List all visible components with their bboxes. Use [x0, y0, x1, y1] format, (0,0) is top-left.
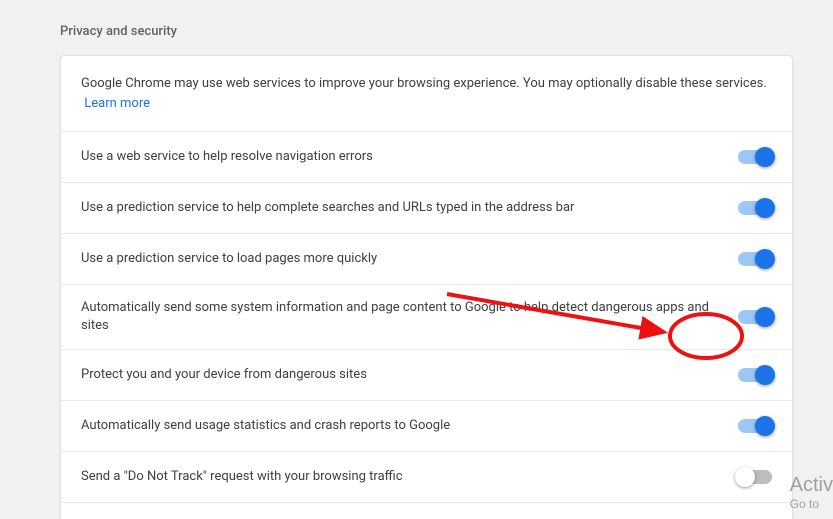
toggle-thumb: [755, 147, 775, 167]
setting-toggle[interactable]: [738, 470, 772, 484]
setting-toggle[interactable]: [738, 252, 772, 266]
setting-toggle[interactable]: [738, 419, 772, 433]
os-watermark: Activ Go to: [790, 474, 833, 511]
learn-more-link[interactable]: Learn more: [84, 96, 150, 111]
setting-label: Use a prediction service to load pages m…: [81, 250, 718, 268]
setting-text: Automatically send some system informati…: [81, 299, 738, 335]
setting-row: Protect you and your device from dangero…: [61, 350, 792, 401]
setting-toggle[interactable]: [738, 201, 772, 215]
setting-label: Automatically send usage statistics and …: [81, 417, 718, 435]
toggle-thumb: [755, 198, 775, 218]
setting-row: Automatically send some system informati…: [61, 285, 792, 350]
setting-text: Use a prediction service to help complet…: [81, 199, 738, 217]
setting-toggle[interactable]: [738, 310, 772, 324]
setting-row: Send a "Do Not Track" request with your …: [61, 452, 792, 503]
setting-label: Use a web service to help resolve naviga…: [81, 148, 718, 166]
setting-text: Protect you and your device from dangero…: [81, 366, 738, 384]
watermark-line2: Go to: [790, 497, 833, 511]
toggle-thumb: [755, 307, 775, 327]
setting-toggle[interactable]: [738, 150, 772, 164]
setting-row: Automatically send usage statistics and …: [61, 401, 792, 452]
setting-text: Send a "Do Not Track" request with your …: [81, 468, 738, 486]
setting-label: Use a prediction service to help complet…: [81, 199, 718, 217]
watermark-line1: Activ: [790, 474, 833, 497]
setting-row: Use a web service to help resolve spelli…: [61, 503, 792, 519]
setting-text: Use a web service to help resolve naviga…: [81, 148, 738, 166]
setting-text: Automatically send usage statistics and …: [81, 417, 738, 435]
setting-label: Automatically send some system informati…: [81, 299, 718, 335]
setting-toggle[interactable]: [738, 368, 772, 382]
toggle-thumb: [755, 365, 775, 385]
intro-text: Google Chrome may use web services to im…: [61, 56, 792, 132]
setting-row: Use a web service to help resolve naviga…: [61, 132, 792, 183]
toggle-thumb: [735, 467, 755, 487]
setting-row: Use a prediction service to help complet…: [61, 183, 792, 234]
setting-label: Send a "Do Not Track" request with your …: [81, 468, 718, 486]
settings-card: Google Chrome may use web services to im…: [60, 55, 793, 519]
intro-body: Google Chrome may use web services to im…: [81, 76, 767, 91]
setting-row: Use a prediction service to load pages m…: [61, 234, 792, 285]
setting-label: Protect you and your device from dangero…: [81, 366, 718, 384]
section-title: Privacy and security: [0, 0, 833, 55]
setting-text: Use a prediction service to load pages m…: [81, 250, 738, 268]
toggle-thumb: [755, 249, 775, 269]
toggle-thumb: [755, 416, 775, 436]
